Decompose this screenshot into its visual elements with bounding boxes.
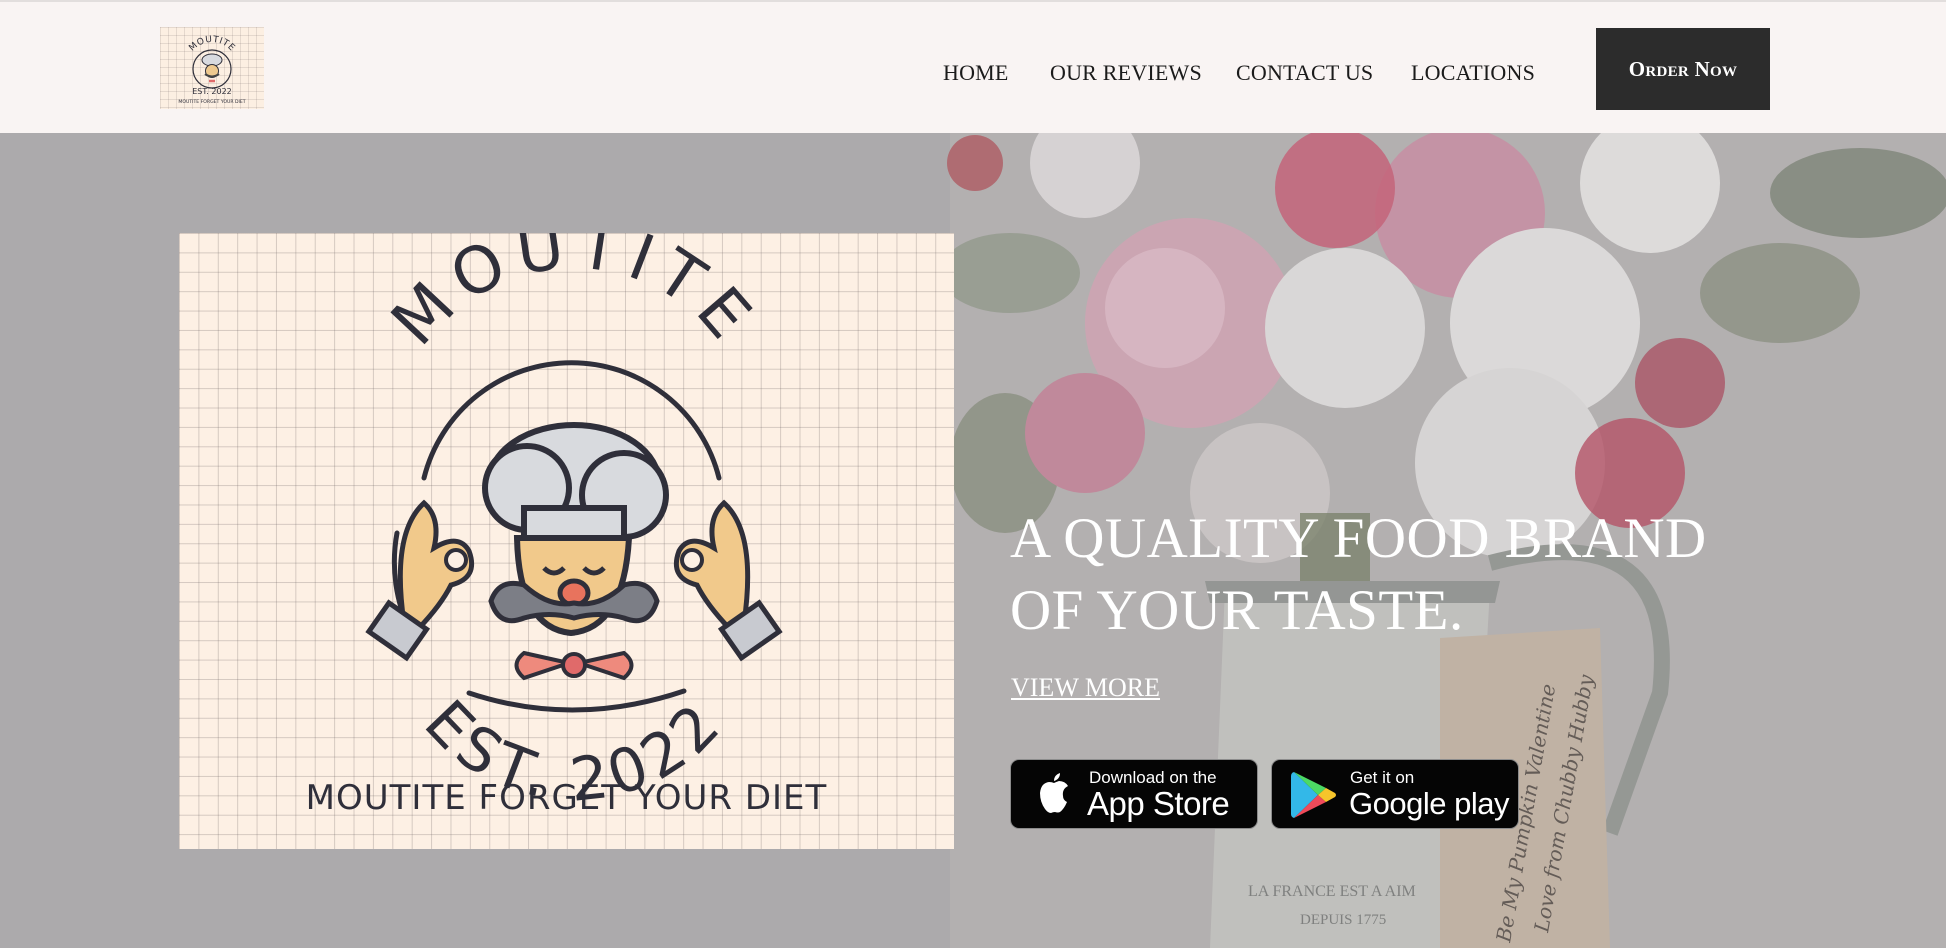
- svg-text:MOUTITE FORGET YOUR DIET: MOUTITE FORGET YOUR DIET: [178, 99, 245, 105]
- hero-headline-line-1: A QUALITY FOOD BRAND: [1010, 507, 1707, 570]
- google-play-label: Google play: [1349, 786, 1509, 821]
- hero-section: LA FRANCE EST A AIM DEPUIS 1775 Be My Pu…: [0, 133, 1946, 948]
- hero-headline-line-2: OF YOUR TASTE.: [1010, 579, 1464, 642]
- svg-text:MOUTITE: MOUTITE: [378, 233, 771, 360]
- apple-icon: [1040, 773, 1068, 813]
- hero-headline: A QUALITY FOOD BRAND OF YOUR TASTE.: [1010, 503, 1770, 647]
- chef-mascot-icon: MOUTITE EST. 2022: [365, 233, 783, 816]
- order-now-button[interactable]: Order Now: [1596, 28, 1770, 110]
- app-store-label: App Store: [1087, 785, 1230, 822]
- nav-our-reviews[interactable]: OUR REVIEWS: [1050, 60, 1202, 86]
- nav-locations[interactable]: LOCATIONS: [1411, 60, 1535, 86]
- google-play-badge[interactable]: Get it on Google play: [1271, 759, 1519, 829]
- google-play-caption: Get it on: [1350, 768, 1415, 787]
- brand-logo-card: MOUTITE EST. 2022 MOUTITE FORGET YOUR DI…: [179, 233, 954, 849]
- logo-tagline: MOUTITE FORGET YOUR DIET: [305, 778, 828, 818]
- nav-contact-us[interactable]: CONTACT US: [1236, 60, 1373, 86]
- site-header: MOUTITE EST. 2022 MOUTITE FORGET YOUR DI…: [0, 0, 1946, 133]
- google-play-icon: [1291, 772, 1336, 818]
- app-store-badge[interactable]: Download on the App Store: [1010, 759, 1258, 829]
- svg-text:MOUTITE: MOUTITE: [187, 35, 236, 54]
- nav-home[interactable]: HOME: [943, 60, 1009, 86]
- view-more-link[interactable]: VIEW MORE: [1011, 673, 1160, 703]
